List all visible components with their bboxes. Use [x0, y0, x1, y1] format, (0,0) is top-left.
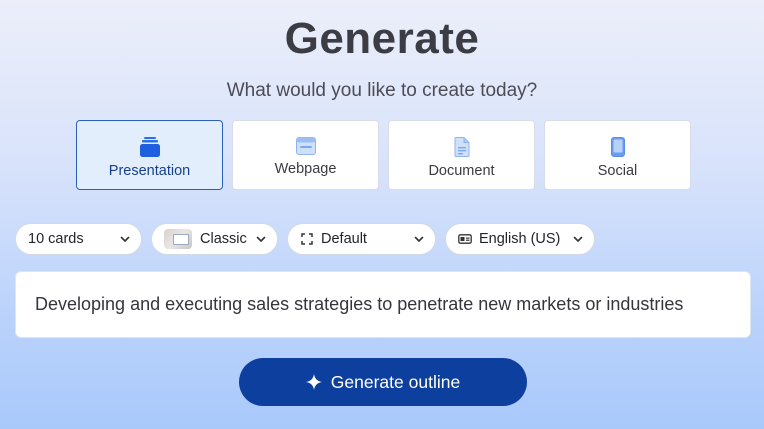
webpage-icon: [295, 137, 316, 155]
chevron-down-icon: [256, 236, 266, 243]
type-card-presentation[interactable]: Presentation: [76, 120, 223, 190]
type-card-document[interactable]: Document: [388, 120, 535, 190]
page-title: Generate: [284, 14, 480, 63]
generate-outline-button[interactable]: Generate outline: [239, 358, 527, 406]
type-card-webpage[interactable]: Webpage: [232, 120, 379, 190]
content-type-selector: Presentation Webpage Document Social: [76, 120, 691, 190]
options-bar: 10 cards Classic Default English (US): [15, 223, 595, 255]
chevron-down-icon: [120, 236, 130, 243]
layout-value: Default: [321, 231, 367, 247]
language-value: English (US): [479, 231, 561, 247]
language-dropdown[interactable]: English (US): [445, 223, 595, 255]
theme-thumbnail: [164, 229, 192, 249]
type-card-label: Social: [597, 163, 638, 179]
sparkle-icon: [305, 374, 322, 390]
translate-icon: [458, 234, 472, 244]
phone-icon: [610, 137, 625, 157]
frame-corners-icon: [301, 233, 313, 245]
type-card-label: Webpage: [274, 161, 337, 177]
type-card-label: Presentation: [108, 163, 191, 179]
type-card-social[interactable]: Social: [544, 120, 691, 190]
document-icon: [454, 137, 469, 157]
cards-count-dropdown[interactable]: 10 cards: [15, 223, 142, 255]
chevron-down-icon: [573, 236, 583, 243]
theme-value: Classic: [200, 231, 247, 247]
cards-count-value: 10 cards: [28, 231, 84, 247]
chevron-down-icon: [414, 236, 424, 243]
layout-dropdown[interactable]: Default: [287, 223, 436, 255]
page-subtitle: What would you like to create today?: [226, 80, 538, 101]
presentation-stack-icon: [139, 137, 160, 157]
generate-outline-label: Generate outline: [330, 371, 461, 392]
type-card-label: Document: [428, 163, 495, 179]
prompt-input[interactable]: Developing and executing sales strategie…: [15, 271, 751, 338]
theme-dropdown[interactable]: Classic: [151, 223, 278, 255]
